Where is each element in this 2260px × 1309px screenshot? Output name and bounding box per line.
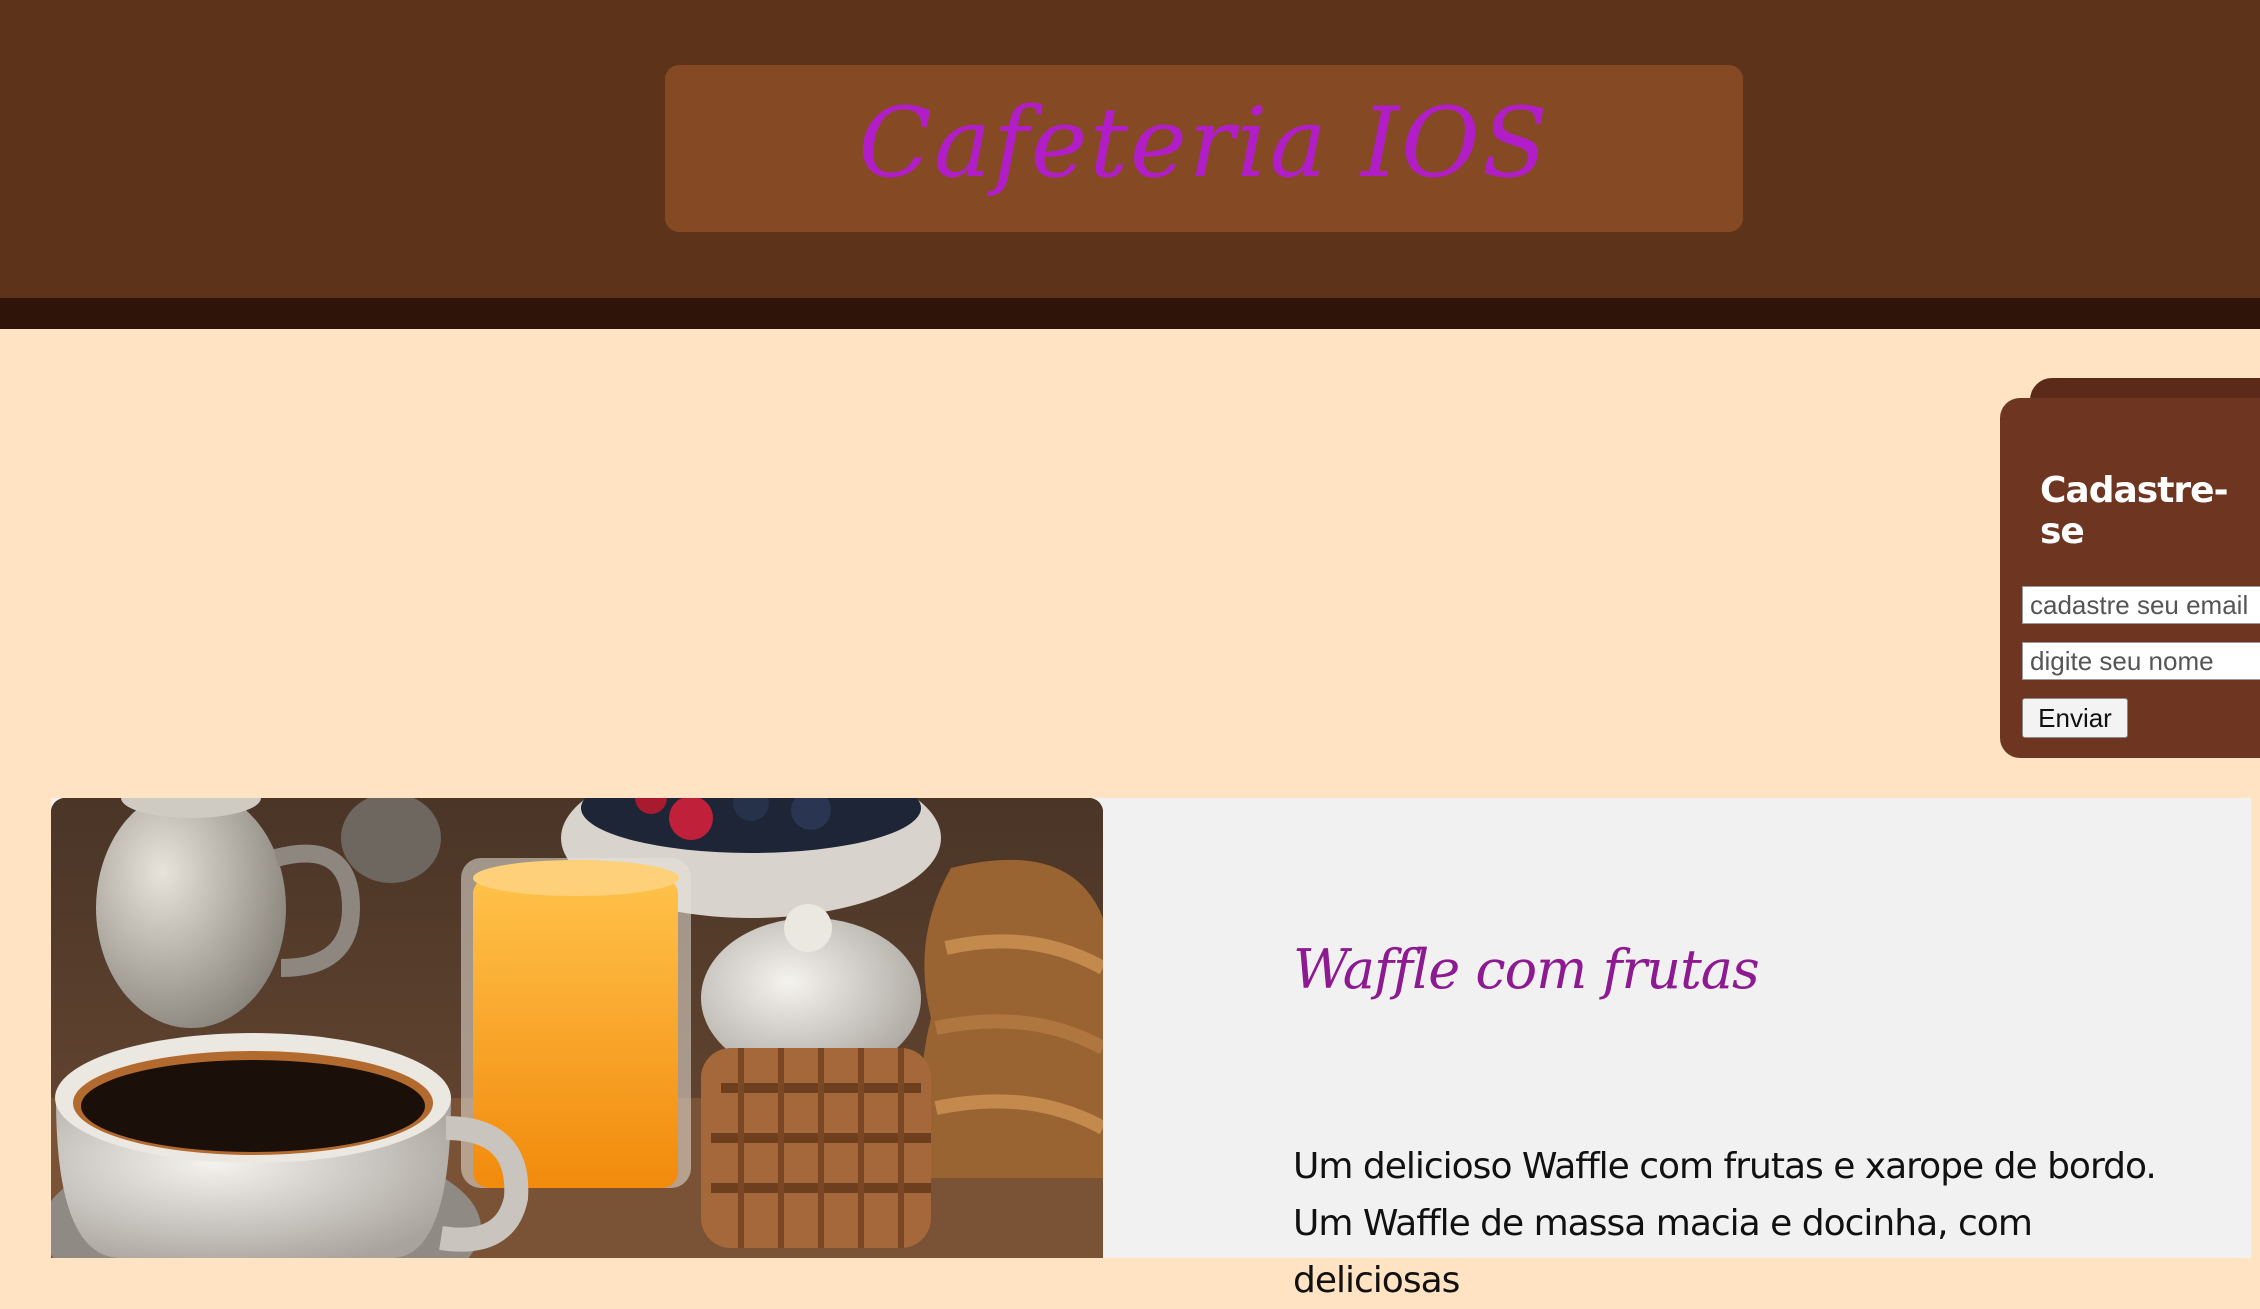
breakfast-image — [51, 798, 1103, 1258]
breakfast-photo — [51, 798, 1103, 1258]
site-title: Cafeteria IOS — [858, 86, 1550, 199]
header-divider — [0, 298, 2260, 329]
name-input[interactable] — [2022, 642, 2260, 680]
product-card: Waffle com frutas Um delicioso Waffle co… — [51, 798, 2251, 1301]
signup-title: Cadastre-se — [2040, 470, 2229, 552]
site-header: Cafeteria IOS — [0, 0, 2260, 298]
email-input[interactable] — [2022, 586, 2260, 624]
signup-form: Cadastre-se Enviar — [2000, 398, 2260, 758]
submit-button[interactable]: Enviar — [2022, 698, 2128, 738]
title-banner: Cafeteria IOS — [665, 65, 1743, 232]
card-description: Um delicioso Waffle com frutas e xarope … — [1293, 1146, 2157, 1301]
card-title: Waffle com frutas — [1293, 938, 1760, 1001]
